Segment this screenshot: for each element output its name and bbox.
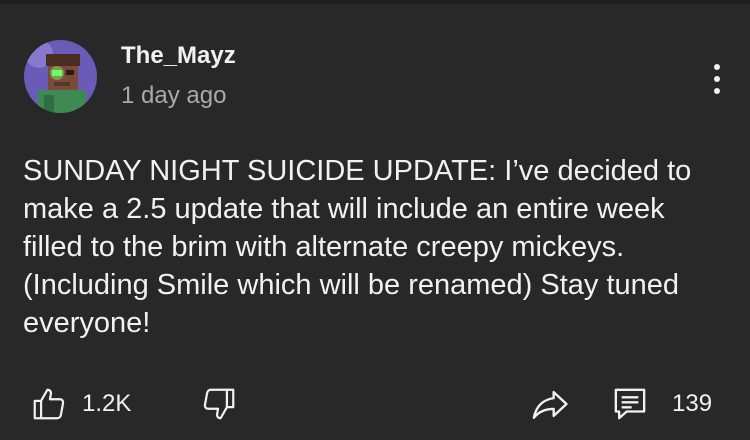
pixel-character-avatar-icon: [24, 40, 97, 113]
like-button[interactable]: 1.2K: [30, 376, 131, 432]
more-vertical-icon-dot: [714, 88, 720, 94]
like-count: 1.2K: [82, 390, 132, 417]
more-options-button[interactable]: [700, 56, 734, 102]
share-arrow-icon: [532, 390, 568, 419]
thumbs-down-icon: [203, 388, 235, 420]
more-vertical-icon-dot: [714, 76, 720, 82]
avatar[interactable]: [24, 40, 97, 113]
thumbs-up-icon: [33, 388, 65, 420]
dislike-button[interactable]: [200, 376, 238, 432]
comments-button[interactable]: 139: [610, 376, 712, 432]
share-button[interactable]: [528, 376, 572, 432]
comment-icon: [614, 388, 646, 420]
more-vertical-icon: [714, 64, 720, 70]
post-timestamp: 1 day ago: [121, 82, 227, 109]
action-bar: 1.2K 139: [0, 376, 750, 432]
post-text: SUNDAY NIGHT SUICIDE UPDATE: I’ve decide…: [23, 155, 692, 339]
community-post: The_Mayz 1 day ago SUNDAY NIGHT SUICIDE …: [0, 4, 750, 440]
comment-count: 139: [672, 390, 713, 417]
author-name[interactable]: The_Mayz: [121, 42, 236, 70]
